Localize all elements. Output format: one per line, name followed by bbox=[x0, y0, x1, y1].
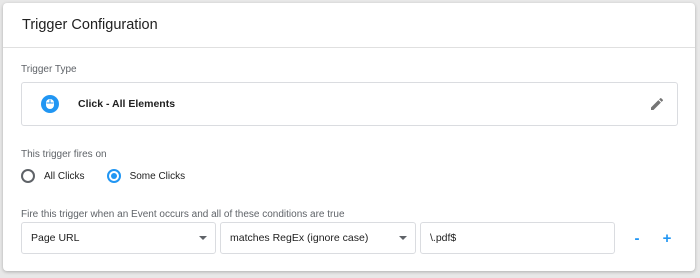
trigger-type-label: Trigger Type bbox=[21, 64, 77, 75]
card-title: Trigger Configuration bbox=[3, 3, 695, 48]
chevron-down-icon bbox=[399, 236, 407, 240]
radio-dot bbox=[110, 173, 117, 179]
fires-on-radio-group: All Clicks Some Clicks bbox=[21, 169, 207, 183]
variable-select-value: Page URL bbox=[31, 232, 80, 244]
pencil-edit-icon[interactable] bbox=[649, 96, 665, 112]
condition-value-input[interactable] bbox=[420, 222, 615, 254]
trigger-type-name: Click - All Elements bbox=[78, 98, 176, 110]
radio-all-clicks[interactable]: All Clicks bbox=[21, 169, 85, 183]
operator-select-value: matches RegEx (ignore case) bbox=[230, 232, 369, 244]
radio-some-clicks[interactable]: Some Clicks bbox=[106, 169, 186, 183]
radio-selected-icon bbox=[106, 169, 121, 183]
add-condition-button[interactable]: + bbox=[657, 228, 677, 248]
operator-select[interactable]: matches RegEx (ignore case) bbox=[220, 222, 416, 254]
condition-row: Page URL matches RegEx (ignore case) - + bbox=[21, 222, 677, 254]
conditions-label: Fire this trigger when an Event occurs a… bbox=[21, 209, 345, 220]
radio-unselected-icon bbox=[21, 169, 35, 183]
chevron-down-icon bbox=[199, 236, 207, 240]
radio-some-clicks-label: Some Clicks bbox=[129, 170, 186, 182]
trigger-configuration-card: Trigger Configuration Trigger Type Click… bbox=[3, 3, 695, 271]
fires-on-label: This trigger fires on bbox=[21, 149, 107, 160]
trigger-type-selector[interactable]: Click - All Elements bbox=[21, 82, 678, 126]
variable-select[interactable]: Page URL bbox=[21, 222, 216, 254]
radio-all-clicks-label: All Clicks bbox=[44, 170, 85, 182]
remove-condition-button[interactable]: - bbox=[627, 228, 647, 248]
mouse-icon bbox=[41, 95, 59, 113]
